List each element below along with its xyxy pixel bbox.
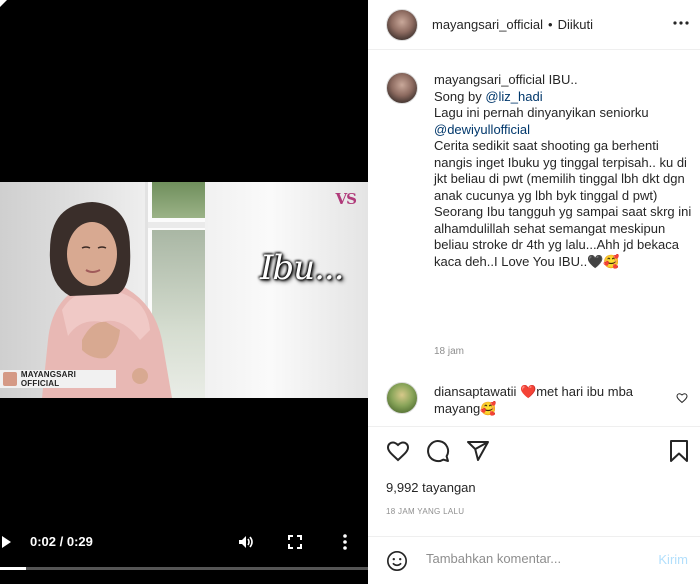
caption-text: mayangsari_official IBU.. Song by @liz_h… [434, 72, 698, 270]
video-controls: 0:02 / 0:29 [0, 528, 368, 556]
caption-username[interactable]: mayangsari_official [434, 72, 545, 87]
corner-mark [0, 0, 7, 7]
commenter-username[interactable]: diansaptawatii [434, 384, 516, 399]
comment-text: diansaptawatii ❤️met hari ibu mba mayang… [434, 384, 664, 417]
caption-line: IBU.. [548, 72, 578, 87]
video-player[interactable]: VS Ibu... MAYANGSARI OFFICIAL 0:02 / 0:2… [0, 0, 368, 584]
comment: diansaptawatii ❤️met hari ibu mba mayang… [386, 382, 696, 418]
video-time: 0:02 / 0:29 [30, 534, 93, 549]
caption-line: Song by [434, 88, 486, 104]
caption-timestamp: 18 jam [434, 346, 465, 357]
badge-label: MAYANGSARI OFFICIAL [20, 370, 77, 388]
singer-figure [42, 202, 172, 398]
post-panel: mayangsari_official • Diikuti mayangsari… [368, 0, 700, 584]
commenter-avatar[interactable] [386, 382, 418, 414]
video-title-overlay: Ibu... [260, 248, 345, 288]
post-header: mayangsari_official • Diikuti [368, 0, 700, 50]
avatar[interactable] [386, 8, 418, 41]
post-timestamp: 18 JAM YANG LALU [386, 507, 465, 516]
more-options-icon[interactable] [336, 533, 354, 551]
video-frame[interactable]: VS Ibu... MAYANGSARI OFFICIAL [0, 182, 368, 398]
caption-avatar[interactable] [386, 72, 418, 104]
channel-logo: VS [335, 190, 358, 208]
view-count: 9,992 tayangan [386, 480, 476, 495]
bookmark-icon[interactable] [667, 439, 691, 463]
video-progress-fill [0, 567, 26, 570]
caption-line: Seorang Ibu tangguh yg sampai saat skrg … [434, 204, 692, 269]
comment-icon[interactable] [426, 439, 450, 463]
divider [368, 426, 700, 427]
post-comment-button[interactable]: Kirim [658, 552, 688, 567]
mention-link[interactable]: @liz_hadi [485, 89, 542, 104]
badge-avatar [3, 372, 17, 386]
share-icon[interactable] [466, 439, 490, 463]
header-separator: • [548, 17, 553, 32]
volume-icon[interactable] [237, 533, 255, 551]
comment-input[interactable] [426, 551, 626, 566]
caption-line: Lagu ini pernah dinyanyikan seniorku [434, 105, 649, 120]
follow-button[interactable]: Diikuti [558, 17, 593, 32]
like-comment-icon[interactable] [676, 392, 688, 404]
caption-line: Cerita sedikit saat shooting ga berhenti… [434, 138, 687, 203]
curtain [205, 182, 368, 398]
comment-form: Kirim [368, 537, 700, 584]
emoji-icon[interactable] [386, 550, 408, 572]
heart-icon[interactable] [386, 439, 410, 463]
channel-badge: MAYANGSARI OFFICIAL [0, 370, 116, 388]
header-username[interactable]: mayangsari_official [432, 17, 543, 32]
post-actions [386, 439, 691, 465]
video-progress-bar[interactable] [0, 567, 368, 570]
fullscreen-icon[interactable] [287, 534, 303, 550]
play-icon[interactable] [2, 536, 11, 548]
mention-link[interactable]: @dewiyullofficial [434, 122, 530, 137]
more-options-icon[interactable] [672, 14, 690, 32]
